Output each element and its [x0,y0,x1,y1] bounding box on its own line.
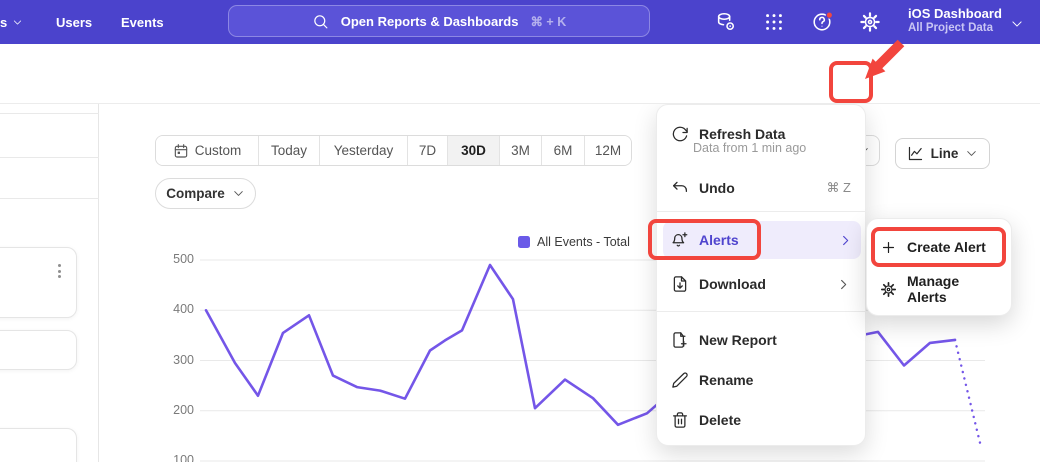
date-range-label: 6M [554,143,573,158]
sidebar-card[interactable] [0,330,77,370]
apps-grid-icon[interactable] [763,11,785,33]
date-range-30d-selected[interactable]: 30D [448,136,500,165]
nav-item-label: Events [121,15,164,30]
global-search-input[interactable]: Open Reports & Dashboards ⌘ + K [228,5,650,37]
data-management-icon[interactable] [715,11,737,33]
file-plus-icon [671,331,689,349]
date-range-7d[interactable]: 7D [408,136,448,165]
undo-icon [671,179,689,197]
legend-label: All Events - Total [537,235,630,249]
date-range-today[interactable]: Today [259,136,320,165]
chevron-down-icon [232,187,245,200]
menu-divider [657,211,865,212]
menu-item-alerts[interactable]: Alerts [663,221,861,259]
top-navigation-bar: s Users Events Open Reports & Dashboards… [0,0,1040,44]
date-range-yesterday[interactable]: Yesterday [320,136,408,165]
menu-item-delete[interactable]: Delete [657,401,865,439]
chevron-down-icon [965,147,978,160]
gear-icon [880,281,897,298]
bell-plus-icon [671,231,689,249]
compare-label: Compare [166,186,225,201]
compare-button[interactable]: Compare [155,178,256,209]
sidebar-divider [0,198,99,199]
menu-item-label: Download [699,276,826,292]
date-range-label: Today [271,143,307,158]
menu-item-sublabel: Data from 1 min ago [693,141,806,155]
date-range-control: Custom Today Yesterday 7D 30D 3M 6M 12M [155,135,632,166]
alerts-submenu: Create Alert Manage Alerts [866,218,1012,316]
left-sidebar [0,104,99,462]
date-range-6m[interactable]: 6M [542,136,585,165]
submenu-item-create-alert[interactable]: Create Alert [871,227,1009,267]
submenu-item-label: Manage Alerts [907,273,1000,305]
date-range-label: 30D [461,143,486,158]
project-title: iOS Dashboard [908,6,1002,21]
menu-item-label: Delete [699,412,851,428]
date-range-label: 12M [595,143,621,158]
menu-item-label: Alerts [699,232,828,248]
y-axis-tick: 300 [158,353,194,367]
legend-swatch [518,236,530,248]
kebab-menu-icon[interactable] [52,261,66,281]
nav-item-label: Users [56,15,92,30]
help-icon[interactable] [811,11,833,33]
chart-type-label: Line [931,146,959,161]
pencil-icon [671,371,689,389]
calendar-icon [173,143,189,159]
sidebar-card[interactable] [0,428,77,462]
chevron-right-icon [838,233,853,248]
menu-divider [657,311,865,312]
menu-item-new-report[interactable]: New Report [657,321,865,359]
sidebar-divider [0,157,99,158]
report-header [0,44,1040,104]
menu-item-label: Rename [699,372,851,388]
date-range-label: Custom [195,143,242,158]
menu-item-shortcut: ⌘ Z [826,180,851,196]
refresh-icon [671,125,689,143]
date-range-label: 7D [419,143,436,158]
menu-item-download[interactable]: Download [657,265,865,303]
plus-icon [880,239,897,256]
menu-item-label: Undo [699,180,816,196]
y-axis-tick: 100 [158,453,194,462]
date-range-label: Yesterday [334,143,394,158]
search-shortcut: ⌘ + K [530,14,566,29]
chevron-down-icon [12,17,23,28]
search-placeholder: Open Reports & Dashboards [341,14,519,29]
nav-item-label: s [0,15,7,30]
settings-gear-icon[interactable] [859,11,881,33]
date-range-label: 3M [511,143,530,158]
y-axis-tick: 200 [158,403,194,417]
project-subtitle: All Project Data [908,21,1002,35]
sidebar-card[interactable] [0,247,77,318]
download-icon [671,275,689,293]
search-icon [312,13,329,30]
more-options-menu: Refresh Data Data from 1 min ago Undo ⌘ … [656,104,866,446]
menu-item-label: Refresh Data [699,126,851,142]
sidebar-divider [0,113,99,114]
chart-legend: All Events - Total [518,235,630,249]
mixpanel-report-page: 500 400 300 200 100 All Events - Total C… [0,0,1040,462]
date-range-3m[interactable]: 3M [500,136,542,165]
menu-item-undo[interactable]: Undo ⌘ Z [657,169,865,207]
y-axis-tick: 500 [158,252,194,266]
notification-dot [826,12,832,18]
submenu-item-label: Create Alert [907,239,986,255]
y-axis-tick: 400 [158,302,194,316]
date-range-custom[interactable]: Custom [156,136,259,165]
date-range-12m[interactable]: 12M [585,136,631,165]
project-switcher[interactable]: iOS Dashboard All Project Data [908,6,1002,35]
nav-item-events[interactable]: Events [121,0,164,44]
chevron-down-icon[interactable] [1010,17,1024,31]
nav-item-users[interactable]: Users [56,0,92,44]
chart-type-button[interactable]: Line [895,138,990,169]
submenu-item-manage-alerts[interactable]: Manage Alerts [871,269,1009,309]
chevron-right-icon [836,277,851,292]
menu-item-label: New Report [699,332,851,348]
menu-item-rename[interactable]: Rename [657,361,865,399]
line-chart-icon [907,145,924,162]
trash-icon [671,411,689,429]
nav-item-truncated[interactable]: s [0,0,23,44]
